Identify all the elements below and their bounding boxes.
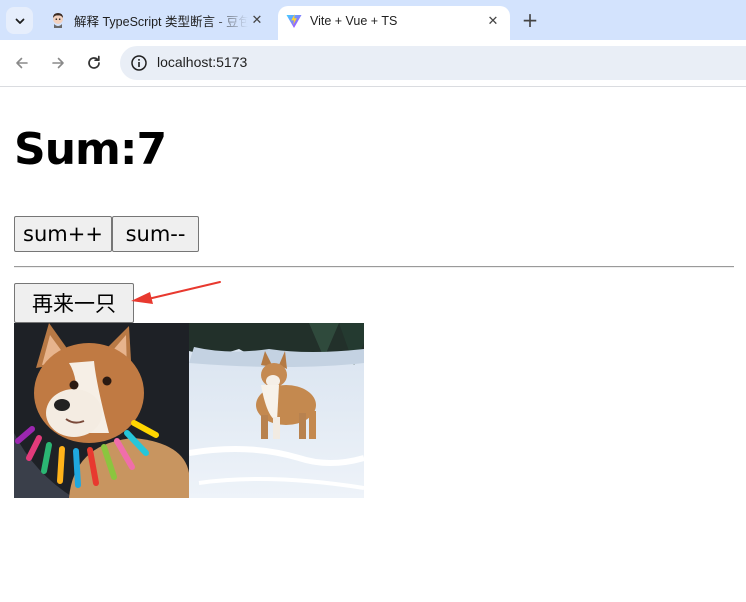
- increment-button[interactable]: sum++: [14, 216, 112, 252]
- arrow-left-icon: [16, 57, 28, 69]
- chevron-down-icon: [15, 18, 24, 24]
- decrement-button[interactable]: sum--: [112, 216, 199, 252]
- annotation-arrow-icon: [131, 281, 221, 304]
- browser-toolbar: localhost:5173: [0, 40, 746, 87]
- tab-title: 解释 TypeScript 类型断言 - 豆包: [74, 14, 248, 29]
- back-button[interactable]: [9, 50, 35, 76]
- tab-search-button[interactable]: [6, 7, 33, 34]
- sum-heading: Sum:7: [14, 124, 167, 175]
- dog-gallery: [14, 323, 364, 498]
- close-tab-icon[interactable]: ✕: [484, 12, 502, 30]
- info-icon[interactable]: [130, 54, 148, 72]
- forward-button[interactable]: [45, 50, 71, 76]
- page-viewport: Sum:7 sum++ sum-- 再来一只: [0, 87, 746, 602]
- reload-icon: [88, 55, 100, 69]
- tab-title: Vite + Vue + TS: [310, 14, 398, 28]
- tab-vite[interactable]: Vite + Vue + TS ✕: [278, 6, 510, 40]
- dog-image-corgi-collar: [14, 323, 189, 498]
- tab-strip: 解释 TypeScript 类型断言 - 豆包 ✕ Vite + Vue + T…: [0, 0, 746, 40]
- load-more-dog-button[interactable]: 再来一只: [14, 283, 134, 323]
- doubao-favicon-icon: [53, 13, 63, 28]
- divider: [14, 266, 734, 268]
- close-tab-icon[interactable]: ✕: [248, 11, 266, 29]
- arrow-right-icon: [52, 57, 64, 69]
- new-tab-button[interactable]: +: [518, 8, 542, 32]
- tab-doubao[interactable]: 解释 TypeScript 类型断言 - 豆包 ✕: [40, 6, 274, 34]
- url-text[interactable]: localhost:5173: [157, 54, 247, 70]
- address-bar[interactable]: localhost:5173: [120, 46, 746, 80]
- vite-favicon-icon: [286, 14, 302, 28]
- dog-image-corgi-snow: [189, 323, 364, 498]
- reload-button[interactable]: [81, 50, 107, 76]
